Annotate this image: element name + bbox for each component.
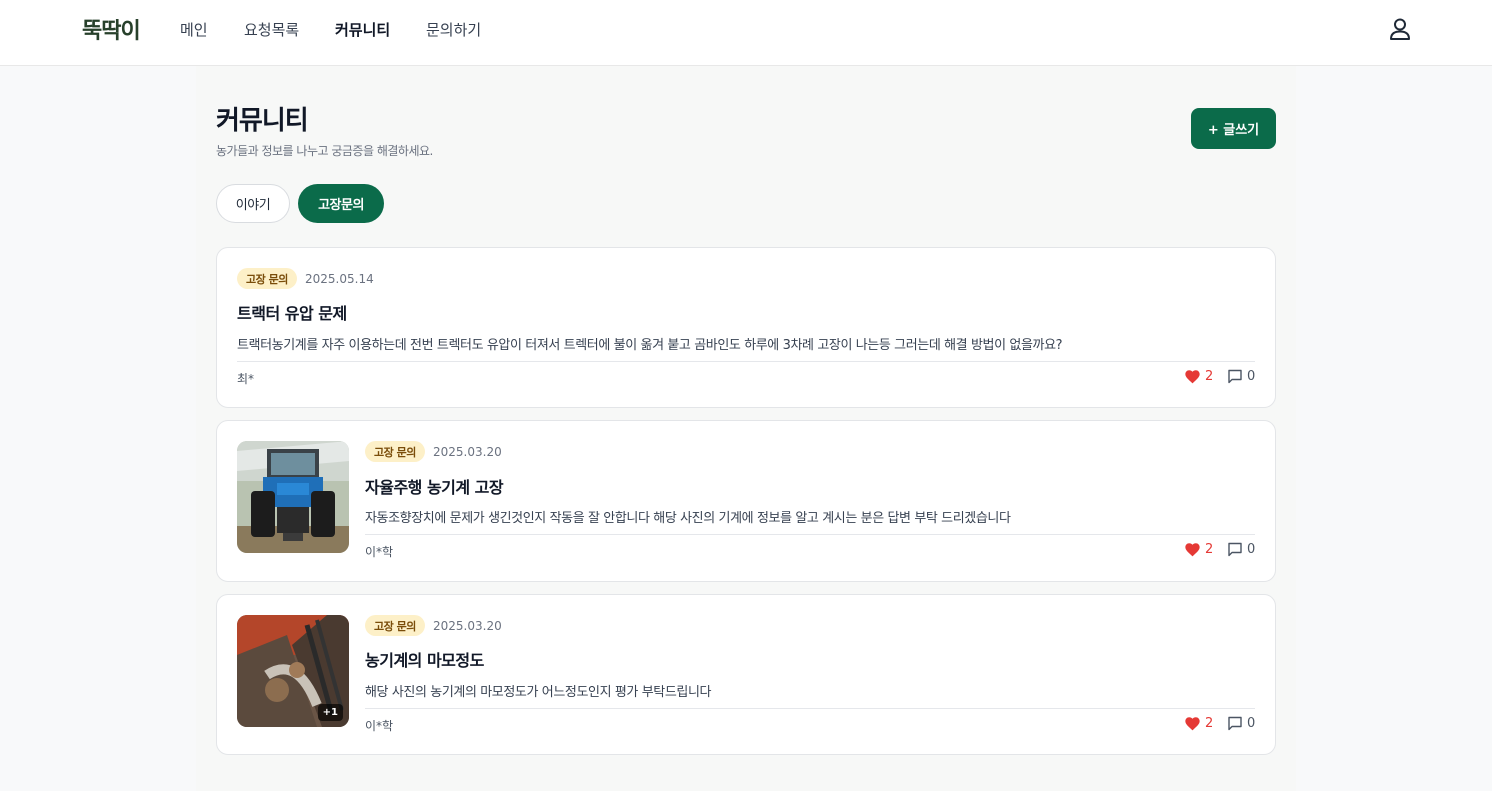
tab-story[interactable]: 이야기 — [216, 184, 290, 223]
logo[interactable]: 뚝딱이 — [82, 13, 141, 45]
category-badge: 고장 문의 — [365, 615, 425, 636]
comment-icon — [1228, 716, 1242, 731]
category-badge: 고장 문의 — [237, 268, 297, 289]
nav-community[interactable]: 커뮤니티 — [335, 19, 390, 40]
heart-icon — [1185, 370, 1200, 384]
post-title[interactable]: 자율주행 농기계 고장 — [365, 474, 504, 498]
post-body: 자동조향장치에 문제가 생긴것인지 작동을 잘 안합니다 해당 사진의 기계에 … — [365, 511, 1011, 526]
divider — [237, 361, 1255, 362]
post-title[interactable]: 농기계의 마모정도 — [365, 647, 484, 671]
nav-requests[interactable]: 요청목록 — [244, 19, 299, 40]
post-thumbnail-machine-wear[interactable]: +1 — [237, 615, 349, 727]
heart-icon — [1185, 717, 1200, 731]
comment-count: 0 — [1247, 542, 1256, 557]
tab-repair-inquiry[interactable]: 고장문의 — [298, 184, 384, 223]
write-post-button[interactable]: + 글쓰기 — [1191, 108, 1276, 149]
comment-icon — [1228, 369, 1242, 384]
nav-main[interactable]: 메인 — [180, 19, 208, 40]
category-badge: 고장 문의 — [365, 441, 425, 462]
like-count: 2 — [1205, 542, 1214, 557]
post-date: 2025.05.14 — [305, 272, 374, 286]
post-title[interactable]: 트랙터 유압 문제 — [237, 300, 347, 324]
comment-button[interactable]: 0 — [1227, 716, 1255, 731]
like-button[interactable]: 2 — [1184, 369, 1213, 384]
like-button[interactable]: 2 — [1184, 542, 1213, 557]
post-card[interactable]: 고장 문의 2025.05.14 트랙터 유압 문제 트랙터농기계를 자주 이용… — [216, 247, 1276, 408]
nav-inquiry[interactable]: 문의하기 — [426, 19, 481, 40]
page-subtitle: 농가들과 정보를 나누고 궁금증을 해결하세요. — [216, 144, 433, 158]
post-date: 2025.03.20 — [433, 619, 502, 633]
like-count: 2 — [1205, 716, 1214, 731]
comment-button[interactable]: 0 — [1227, 369, 1255, 384]
top-navbar: 뚝딱이 메인 요청목록 커뮤니티 문의하기 — [0, 0, 1492, 66]
comment-count: 0 — [1247, 369, 1256, 384]
divider — [365, 534, 1255, 535]
like-button[interactable]: 2 — [1184, 716, 1213, 731]
like-count: 2 — [1205, 369, 1214, 384]
post-card[interactable]: 고장 문의 2025.03.20 자율주행 농기계 고장 자동조향장치에 문제가… — [216, 420, 1276, 582]
comment-button[interactable]: 0 — [1227, 542, 1255, 557]
post-body: 트랙터농기계를 자주 이용하는데 전번 트렉터도 유압이 터져서 트렉터에 불이… — [237, 338, 1063, 353]
page-title: 커뮤니티 — [216, 106, 309, 136]
user-icon[interactable] — [1386, 15, 1414, 43]
extra-images-count: +1 — [317, 704, 343, 721]
post-author: 최* — [237, 372, 255, 386]
post-body: 해당 사진의 농기계의 마모정도가 어느정도인지 평가 부탁드립니다 — [365, 685, 712, 700]
divider — [365, 708, 1255, 709]
comment-icon — [1228, 542, 1242, 557]
heart-icon — [1185, 543, 1200, 557]
comment-count: 0 — [1247, 716, 1256, 731]
post-thumbnail-tractor[interactable] — [237, 441, 349, 553]
post-author: 이*학 — [365, 545, 394, 559]
post-card[interactable]: +1 고장 문의 2025.03.20 농기계의 마모정도 해당 사진의 농기계… — [216, 594, 1276, 755]
post-date: 2025.03.20 — [433, 445, 502, 459]
post-author: 이*학 — [365, 719, 394, 733]
